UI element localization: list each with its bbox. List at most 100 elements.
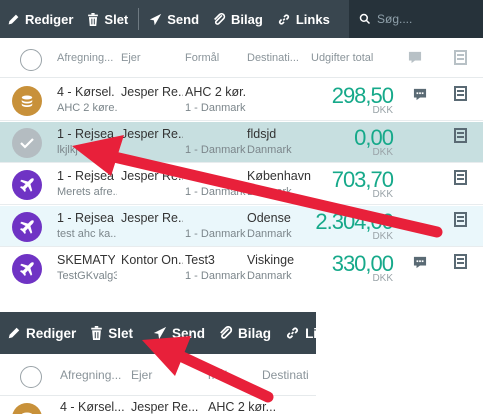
zoomed-edit-button[interactable]: Rediger — [0, 312, 83, 354]
edit-button[interactable]: Rediger — [0, 0, 80, 38]
table-row[interactable]: SKEMATY... TestGKvalg3 Kontor On... Test… — [0, 248, 483, 286]
delete-button[interactable]: Slet — [80, 0, 135, 38]
receipt-icon[interactable] — [454, 128, 467, 143]
col-destination[interactable]: Destinati... — [247, 52, 299, 64]
col-owner[interactable]: Ejer — [121, 52, 141, 64]
table-header: Afregning... Ejer Formål Destinati... Ud… — [0, 40, 483, 78]
row-destination-country: Danmark — [247, 144, 292, 156]
send-button[interactable]: Send — [142, 0, 206, 38]
row-subtitle: test ahc ka... — [57, 228, 117, 240]
coins-icon[interactable] — [12, 86, 42, 116]
comment-icon[interactable] — [413, 256, 427, 269]
receipt-column-icon — [454, 50, 467, 65]
row-subtitle: TestGKvalg3 — [57, 270, 117, 282]
airplane-icon[interactable] — [12, 170, 42, 200]
zoomed-table-row[interactable]: 4 - Kørsel... Jesper Re... AHC 2 kør... — [0, 398, 316, 414]
receipt-icon[interactable] — [454, 86, 467, 101]
row-purpose-country: 1 - Danmark — [185, 186, 246, 198]
select-all-checkbox[interactable] — [20, 49, 42, 71]
col-purpose[interactable]: Formål — [185, 52, 219, 64]
zoomed-attach-label: Bilag — [238, 325, 272, 341]
zoomed-row-purpose: AHC 2 kør... — [208, 400, 277, 414]
zoomed-attach-button[interactable]: Bilag — [212, 312, 278, 354]
toolbar-divider — [138, 8, 140, 30]
check-icon[interactable] — [12, 128, 42, 158]
pencil-icon — [8, 14, 19, 24]
receipt-icon[interactable] — [454, 254, 467, 269]
zoomed-links-button[interactable]: Lin — [278, 312, 316, 354]
links-label: Links — [295, 11, 330, 27]
row-purpose-country: 1 - Danmark — [185, 228, 246, 240]
send-icon — [150, 13, 162, 25]
col-settlement[interactable]: Afregning... — [57, 52, 113, 64]
search-box[interactable]: Søg.... — [349, 0, 483, 38]
row-owner: Jesper Re... — [121, 85, 183, 99]
row-destination-country: Danmark — [247, 186, 292, 198]
zoomed-table-header: Afregning... Ejer mål Destinati — [0, 356, 316, 396]
send-label: Send — [167, 11, 200, 27]
row-purpose-country: 1 - Danmark — [185, 102, 246, 114]
zoomed-col-owner[interactable]: Ejer — [131, 368, 152, 382]
row-owner: Kontor On... — [121, 253, 183, 267]
zoomed-col-destination[interactable]: Destinati — [262, 368, 309, 382]
zoomed-toolbar: Rediger Slet Send Bilag Lin — [0, 312, 316, 354]
receipt-icon[interactable] — [454, 170, 467, 185]
row-subtitle: lkjlkj — [57, 144, 78, 156]
zoomed-row-owner: Jesper Re... — [131, 400, 199, 414]
zoomed-send-label: Send — [172, 325, 206, 341]
col-expenses[interactable]: Udgifter total — [311, 52, 373, 64]
comment-icon[interactable] — [413, 88, 427, 101]
row-title: 4 - Kørsel... — [57, 85, 115, 99]
link-icon — [287, 327, 299, 339]
table-row[interactable]: 1 - Rejsea... Merets afre... Jesper Re..… — [0, 164, 483, 205]
expense-list-panel: Rediger Slet Send Bilag Links Søg.... Af… — [0, 0, 483, 286]
table-row[interactable]: 1 - Rejsea... lkjlkj Jesper Re... 1 - Da… — [0, 122, 483, 163]
row-currency: DKK — [372, 189, 393, 200]
row-purpose-country: 1 - Danmark — [185, 270, 246, 282]
attach-button[interactable]: Bilag — [206, 0, 270, 38]
trash-icon — [88, 12, 99, 26]
row-currency: DKK — [372, 105, 393, 116]
row-purpose-country: 1 - Danmark — [185, 144, 246, 156]
zoomed-toolbar-panel: Rediger Slet Send Bilag Lin Afregning...… — [0, 312, 316, 414]
row-owner: Jesper Re... — [121, 211, 183, 225]
row-title: 1 - Rejsea... — [57, 127, 115, 141]
row-destination: København — [247, 169, 311, 183]
row-destination-country: Danmark — [247, 270, 292, 282]
zoomed-row-title: 4 - Kørsel... — [60, 400, 125, 414]
airplane-icon[interactable] — [12, 254, 42, 284]
zoomed-col-purpose[interactable]: mål — [208, 368, 227, 382]
pencil-icon — [8, 327, 20, 339]
zoomed-edit-label: Rediger — [26, 325, 77, 341]
search-input[interactable]: Søg.... — [377, 12, 412, 26]
send-icon — [153, 326, 167, 340]
delete-label: Slet — [104, 11, 129, 27]
table-row[interactable]: 1 - Rejsea... test ahc ka... Jesper Re..… — [0, 206, 483, 247]
comment-column-icon — [408, 51, 422, 64]
row-title: 1 - Rejsea... — [57, 211, 115, 225]
row-currency: DKK — [372, 273, 393, 284]
row-destination-country: Danmark — [247, 228, 292, 240]
toolbar: Rediger Slet Send Bilag Links Søg.... — [0, 0, 483, 38]
zoomed-delete-button[interactable]: Slet — [83, 312, 140, 354]
row-destination: Viskinge — [247, 253, 295, 267]
row-purpose: AHC 2 kør... — [185, 85, 245, 99]
airplane-icon[interactable] — [12, 212, 42, 242]
links-button[interactable]: Links — [270, 0, 337, 38]
row-purpose: Test3 — [185, 253, 215, 267]
row-title: 1 - Rejsea... — [57, 169, 115, 183]
attach-label: Bilag — [231, 11, 263, 27]
zoomed-send-button[interactable]: Send — [146, 312, 212, 354]
row-destination: fldsjd — [247, 127, 277, 141]
receipt-icon[interactable] — [454, 212, 467, 227]
paperclip-icon — [214, 12, 226, 25]
zoomed-col-settlement[interactable]: Afregning... — [60, 368, 121, 382]
row-subtitle: Merets afre... — [57, 186, 117, 198]
edit-label: Rediger — [25, 11, 74, 27]
zoomed-links-label: Lin — [305, 325, 316, 341]
zoomed-select-all-checkbox[interactable] — [20, 366, 42, 388]
row-owner: Jesper Re... — [121, 169, 183, 183]
row-title: SKEMATY... — [57, 253, 115, 267]
table-row[interactable]: 4 - Kørsel... AHC 2 køre... Jesper Re...… — [0, 80, 483, 121]
search-icon — [359, 13, 371, 25]
